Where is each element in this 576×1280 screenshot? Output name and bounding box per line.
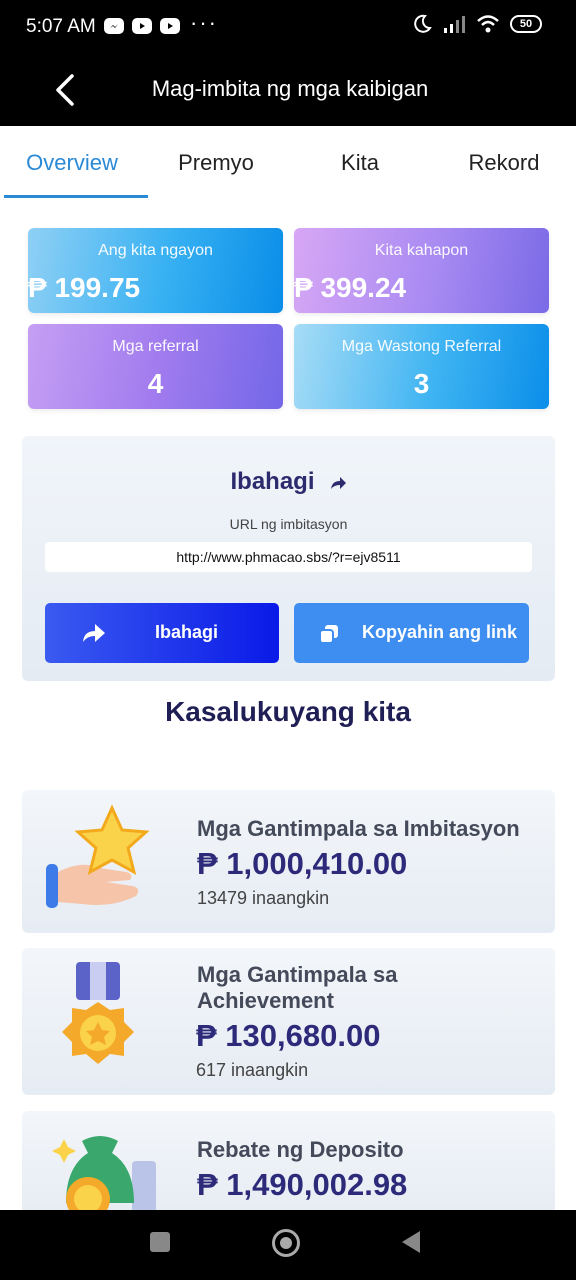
- share-title: Ibahagi: [230, 468, 315, 495]
- money-bag-icon: [52, 1136, 156, 1221]
- stat-value: 4: [147, 368, 164, 399]
- share-title-row: Ibahagi: [22, 468, 555, 496]
- tab-overview[interactable]: Overview: [0, 126, 148, 200]
- stat-label: Mga Wastong Referral: [341, 338, 502, 355]
- copy-icon: [319, 625, 338, 644]
- invite-url-field[interactable]: http://www.phmacao.sbs/?r=ejv8511: [45, 542, 532, 572]
- page-title: Mag-imbita ng mga kaibigan: [151, 76, 429, 101]
- status-time: 5:07 AM: [26, 16, 96, 37]
- stat-label: Kita kahapon: [374, 242, 469, 259]
- stat-value: 3: [413, 368, 430, 399]
- reward-claimed-count: 13479 inaangkin: [197, 888, 330, 908]
- more-notifications-icon: ···: [190, 10, 218, 35]
- status-bar: 5:07 AM ··· 50: [0, 0, 576, 56]
- tab-rekord[interactable]: Rekord: [432, 126, 576, 200]
- app-header: Mag-imbita ng mga kaibigan: [0, 56, 576, 126]
- reward-amount: ₱ 1,000,410.00: [197, 846, 408, 881]
- stat-value: ₱ 199.75: [28, 272, 141, 303]
- reward-card-achievement[interactable]: Mga Gantimpala sa Achievement ₱ 130,680.…: [22, 948, 555, 1095]
- share-icon: [83, 624, 105, 642]
- stat-card-referrals: Mga referral 4: [28, 324, 283, 409]
- reward-card-deposit-rebate[interactable]: Rebate ng Deposito ₱ 1,490,002.98: [22, 1111, 555, 1221]
- stat-value: ₱ 399.24: [294, 272, 407, 303]
- share-panel: Ibahagi URL ng imbitasyon http://www.phm…: [22, 436, 555, 681]
- signal-icon: [444, 16, 465, 33]
- wifi-icon: [477, 15, 499, 33]
- share-button[interactable]: Ibahagi: [45, 603, 279, 663]
- reward-amount: ₱ 130,680.00: [196, 1018, 381, 1053]
- medal-icon: [62, 962, 134, 1064]
- share-arrow-icon: [330, 476, 346, 489]
- reward-card-invitation[interactable]: Mga Gantimpala sa Imbitasyon ₱ 1,000,410…: [22, 790, 555, 933]
- notification-icons: [104, 18, 180, 34]
- messenger-icon: [104, 18, 124, 34]
- copy-link-label: Kopyahin ang link: [362, 622, 518, 642]
- recent-apps-button[interactable]: [150, 1232, 170, 1252]
- battery-icon: 50: [510, 15, 542, 33]
- reward-title: Rebate ng Deposito: [197, 1137, 404, 1162]
- tab-premyo[interactable]: Premyo: [144, 126, 288, 200]
- youtube-icon: [132, 18, 152, 34]
- reward-claimed-count: 617 inaangkin: [196, 1060, 309, 1080]
- reward-title: Mga Gantimpala sa Achievement: [197, 962, 398, 1013]
- stat-label: Mga referral: [112, 338, 199, 355]
- copy-link-button[interactable]: Kopyahin ang link: [294, 603, 529, 663]
- url-caption: URL ng imbitasyon: [229, 516, 348, 532]
- system-nav-bar: [0, 1210, 576, 1280]
- stat-card-today-earnings: Ang kita ngayon ₱ 199.75: [28, 228, 283, 313]
- stat-card-yesterday-earnings: Kita kahapon ₱ 399.24: [294, 228, 549, 313]
- stat-card-valid-referrals: Mga Wastong Referral 3: [294, 324, 549, 409]
- hand-star-icon: [46, 804, 150, 908]
- reward-amount: ₱ 1,490,002.98: [197, 1167, 408, 1202]
- home-button[interactable]: [272, 1229, 300, 1257]
- reward-title: Mga Gantimpala sa Imbitasyon: [197, 816, 520, 841]
- section-title: Kasalukuyang kita: [165, 696, 411, 727]
- stat-label: Ang kita ngayon: [98, 242, 213, 259]
- share-button-label: Ibahagi: [155, 622, 219, 642]
- tab-kita[interactable]: Kita: [288, 126, 432, 200]
- back-button[interactable]: [402, 1231, 420, 1253]
- tab-bar: Overview Premyo Kita Rekord: [0, 126, 576, 200]
- system-icons: 50: [412, 14, 542, 34]
- moon-icon: [414, 14, 432, 33]
- youtube-icon: [160, 18, 180, 34]
